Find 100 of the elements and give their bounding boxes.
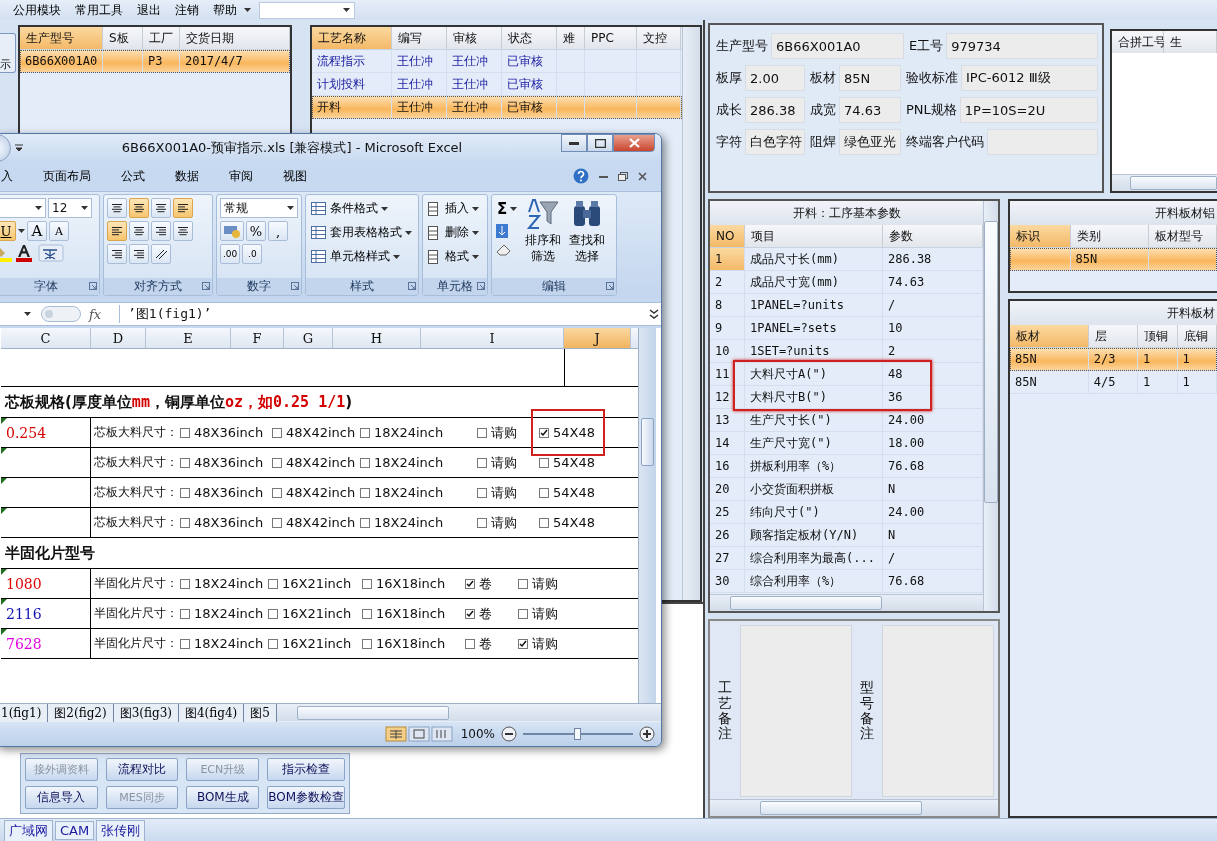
column-header[interactable]: 项目: [745, 225, 883, 247]
cell-command[interactable]: 格式: [426, 246, 484, 267]
font-size-field[interactable]: 12: [48, 198, 92, 218]
dialog-launcher-icon[interactable]: [477, 282, 485, 290]
ribbon-tab[interactable]: 页面布局: [28, 167, 106, 185]
table-row[interactable]: 8 1PANEL=?units /: [710, 294, 983, 317]
checkbox[interactable]: [180, 427, 190, 438]
checkbox[interactable]: [539, 487, 549, 498]
decimal-button[interactable]: .00: [220, 244, 241, 264]
scroll-handle-icon[interactable]: [41, 306, 81, 322]
column-header[interactable]: 难: [557, 27, 585, 49]
value-field[interactable]: 6B66X001A0: [771, 33, 904, 59]
close-button[interactable]: [613, 134, 655, 152]
dialog-launcher-icon[interactable]: [408, 282, 416, 290]
style-command[interactable]: 条件格式: [309, 198, 415, 219]
view-buttons-icon[interactable]: [384, 726, 455, 742]
checkbox[interactable]: [272, 487, 282, 498]
column-header[interactable]: 状态: [502, 27, 557, 49]
remark-field[interactable]: [740, 625, 852, 797]
column-header[interactable]: J: [564, 328, 631, 348]
table-row[interactable]: 85N: [1010, 248, 1217, 271]
column-header[interactable]: 工艺名称: [312, 27, 392, 49]
dropdown-field[interactable]: [259, 1, 355, 19]
value-field[interactable]: 286.38: [745, 97, 805, 123]
checkbox[interactable]: [180, 608, 190, 619]
value-field[interactable]: 绿色亚光: [839, 129, 901, 155]
value-field[interactable]: IPC-6012 Ⅲ级: [961, 65, 1098, 91]
remark-field[interactable]: [882, 625, 994, 797]
column-header[interactable]: 板材: [1010, 325, 1089, 347]
merge-button[interactable]: [173, 221, 193, 241]
dialog-launcher-icon[interactable]: [89, 282, 97, 290]
quick-access-caret-icon[interactable]: [15, 143, 23, 152]
action-button[interactable]: 流程对比: [105, 758, 179, 781]
column-header[interactable]: 板材型号: [1148, 225, 1217, 247]
row-number[interactable]: 16: [710, 455, 745, 477]
action-button[interactable]: 指示检查: [267, 758, 345, 781]
table-row[interactable]: 25 纬向尺寸(") 24.00: [710, 501, 983, 524]
table-row[interactable]: 9 1PANEL=?sets 10: [710, 317, 983, 340]
row-number[interactable]: 26: [710, 524, 745, 546]
checkbox[interactable]: [360, 427, 370, 438]
zoom-in-icon[interactable]: [639, 726, 655, 742]
ribbon-tab[interactable]: 视图: [268, 167, 322, 185]
find-select-button[interactable]: 查找和选择: [567, 198, 608, 275]
align-bottom-button[interactable]: [151, 198, 171, 218]
column-header[interactable]: H: [333, 328, 421, 348]
dialog-launcher-icon[interactable]: [606, 282, 614, 290]
table-row[interactable]: 13 生产尺寸长(") 24.00: [710, 409, 983, 432]
row-number[interactable]: 2: [710, 271, 745, 293]
checkbox[interactable]: [180, 487, 190, 498]
value-field[interactable]: 2.00: [745, 65, 805, 91]
cell-command[interactable]: 删除: [426, 222, 484, 243]
value-field[interactable]: 白色字符: [745, 129, 805, 155]
table-row[interactable]: 12 大料尺寸B(") 36: [710, 386, 983, 409]
value-field[interactable]: 1P=10S=2U: [959, 97, 1098, 123]
row-number[interactable]: 25: [710, 501, 745, 523]
menu-item[interactable]: 公用模块: [6, 1, 68, 19]
menu-item[interactable]: 常用工具: [68, 1, 130, 19]
row-number[interactable]: 27: [710, 547, 745, 569]
cell-command[interactable]: 插入: [426, 198, 484, 219]
table-row[interactable]: 10 1SET=?units 2: [710, 340, 983, 363]
table-row[interactable]: 16 拼板利用率（%） 76.68: [710, 455, 983, 478]
ribbon-tab[interactable]: 审阅: [214, 167, 268, 185]
column-header[interactable]: 层: [1088, 325, 1139, 347]
column-header[interactable]: 标识: [1010, 225, 1071, 247]
checkbox[interactable]: [180, 517, 190, 528]
column-header[interactable]: C: [1, 328, 91, 348]
table-row[interactable]: 20 小交货面积拼板 N: [710, 478, 983, 501]
align-center-button[interactable]: [129, 221, 149, 241]
checkbox[interactable]: [360, 457, 370, 468]
column-header[interactable]: 文控: [637, 27, 681, 49]
phonetic-icon[interactable]: [38, 244, 64, 262]
action-button[interactable]: BOM生成: [186, 786, 260, 809]
row-number[interactable]: 8: [710, 294, 745, 316]
ribbon-tab[interactable]: 入: [1, 167, 28, 185]
checkbox[interactable]: [272, 427, 282, 438]
checkbox[interactable]: [477, 487, 487, 498]
zoom-out-icon[interactable]: [501, 726, 517, 742]
wrap-text-button[interactable]: [173, 198, 193, 218]
currency-button[interactable]: [220, 221, 244, 241]
decimal-button[interactable]: .0: [242, 244, 263, 264]
checkbox[interactable]: [477, 517, 487, 528]
ribbon-tab[interactable]: 数据: [160, 167, 214, 185]
row-number[interactable]: 12: [710, 386, 745, 408]
table-row[interactable]: 30 综合利用率（%） 76.68: [710, 570, 983, 593]
style-command[interactable]: 套用表格格式: [309, 222, 415, 243]
sort-filter-button[interactable]: 排序和筛选: [523, 198, 564, 275]
expand-icon[interactable]: [647, 307, 661, 321]
row-number[interactable]: 20: [710, 478, 745, 500]
minimize-icon[interactable]: [599, 174, 608, 178]
value-field[interactable]: 979734: [946, 33, 1098, 59]
column-header[interactable]: 工厂: [143, 27, 180, 49]
decrease-indent-button[interactable]: [107, 244, 127, 264]
column-header[interactable]: 编写: [392, 27, 447, 49]
orientation-button[interactable]: [151, 244, 171, 264]
row-number[interactable]: 11: [710, 363, 745, 385]
action-button[interactable]: 信息导入: [25, 786, 98, 809]
column-header[interactable]: 顶铜: [1138, 325, 1178, 347]
minimize-button[interactable]: [561, 134, 587, 152]
column-header[interactable]: PPC: [585, 27, 637, 49]
column-header[interactable]: S板: [103, 27, 143, 49]
